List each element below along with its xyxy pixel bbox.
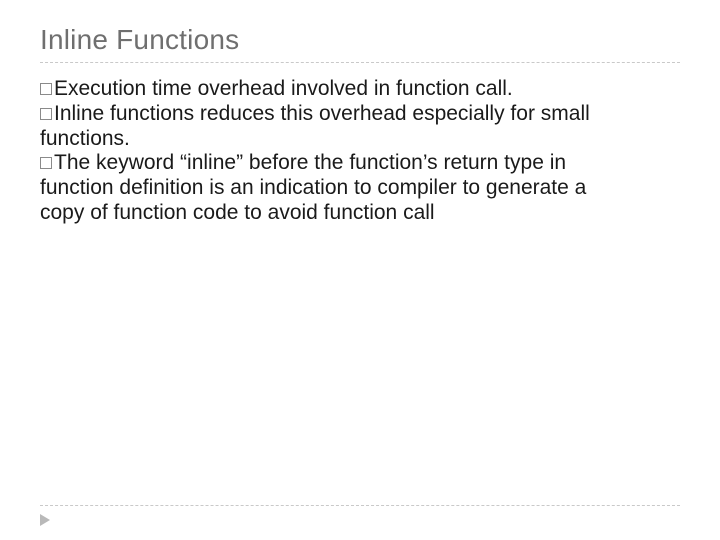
bullet-lead: Inline [54,102,104,125]
bullet-item: Execution time overhead involved in func… [40,77,600,102]
body-text: Execution time overhead involved in func… [40,77,600,226]
bullet-item: The keyword “inline” before the function… [40,151,600,225]
footer-divider [40,505,680,506]
play-triangle-icon [40,514,50,526]
bullet-item: Inline functions reduces this overhead e… [40,102,600,152]
square-bullet-icon [40,157,52,169]
bullet-rest: keyword “inline” before the function’s r… [40,151,586,224]
bullet-lead: The [54,151,90,174]
title-divider [40,62,680,63]
square-bullet-icon [40,108,52,120]
slide-title: Inline Functions [40,24,680,56]
slide: Inline Functions Execution time overhead… [0,0,720,540]
bullet-rest: functions reduces this overhead especial… [40,102,590,150]
square-bullet-icon [40,83,52,95]
footer [40,505,680,506]
bullet-rest: time overhead involved in function call. [146,77,513,100]
bullet-lead: Execution [54,77,146,100]
